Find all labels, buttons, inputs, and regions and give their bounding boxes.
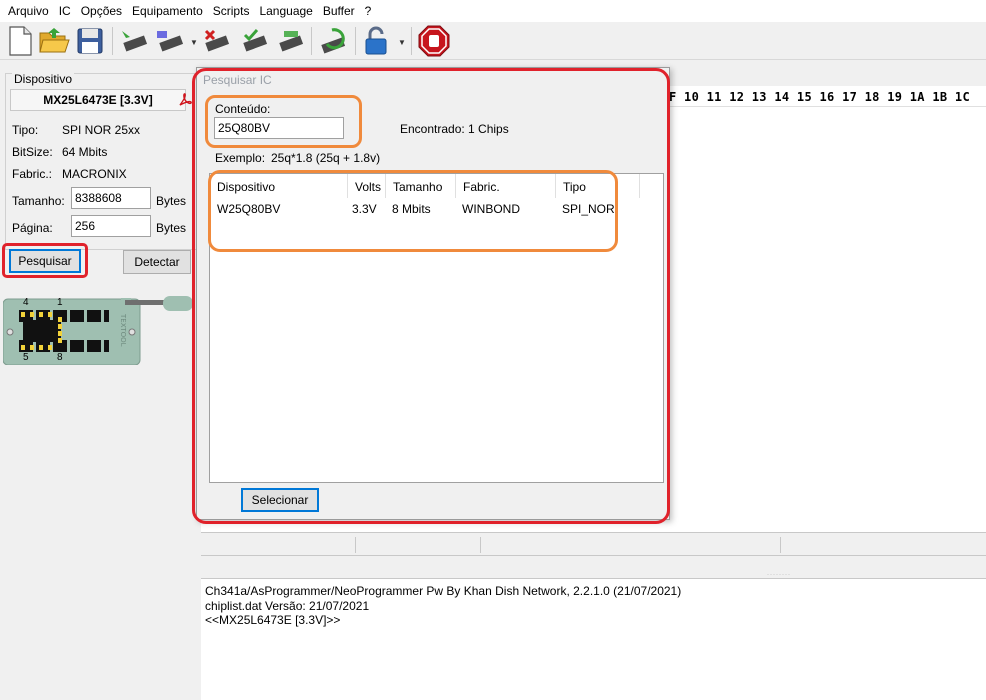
device-name: MX25L6473E [3.3V] [10, 89, 186, 111]
found-count: Encontrado: 1 Chips [400, 122, 509, 136]
results-table[interactable]: Dispositivo Volts Tamanho Fabric. Tipo W… [209, 173, 664, 483]
chevron-down-icon[interactable]: ▼ [398, 38, 406, 47]
splitter[interactable]: ········ [201, 556, 986, 580]
read-chip-icon[interactable] [118, 25, 150, 57]
pesquisar-button[interactable]: Pesquisar [9, 249, 81, 273]
selecionar-button[interactable]: Selecionar [241, 488, 319, 512]
log-line: <<MX25L6473E [3.3V]>> [205, 613, 341, 627]
example-value: 25q*1.8 (25q + 1.8v) [271, 151, 381, 165]
pdf-icon[interactable] [177, 92, 197, 108]
status-separator [355, 537, 356, 553]
dialog-title: Pesquisar IC [203, 73, 272, 87]
column-header-volts[interactable]: Volts [348, 174, 386, 198]
menu-scripts[interactable]: Scripts [208, 4, 255, 18]
status-bar [201, 532, 986, 556]
protection-lock-icon[interactable] [360, 25, 392, 57]
menu-bar: Arquivo IC Opções Equipamento Scripts La… [0, 0, 986, 22]
menu-language[interactable]: Language [254, 4, 317, 18]
column-header-tamanho[interactable]: Tamanho [386, 174, 456, 198]
erase-chip-icon[interactable] [200, 25, 232, 57]
cell-volts: 3.3V [352, 202, 377, 216]
verify-chip-icon[interactable] [238, 25, 270, 57]
blank-check-icon[interactable] [274, 25, 306, 57]
menu-equipamento[interactable]: Equipamento [127, 4, 208, 18]
device-group-label: Dispositivo [12, 72, 75, 86]
search-ic-dialog: Pesquisar IC Conteúdo: 25Q80BV Encontrad… [196, 67, 670, 520]
menu-opcoes[interactable]: Opções [76, 4, 127, 18]
status-separator [780, 537, 781, 553]
fabric-label: Fabric.: [12, 167, 53, 181]
cell-dispositivo: W25Q80BV [217, 202, 281, 216]
pagina-label: Página: [12, 221, 53, 235]
log-panel: Ch341a/AsProgrammer/NeoProgrammer Pw By … [201, 578, 986, 700]
stop-icon[interactable] [418, 25, 450, 57]
search-input[interactable]: 25Q80BV [214, 117, 344, 139]
zif-socket: TEXTOOL 4 1 5 8 [3, 296, 193, 365]
cell-tamanho: 8 Mbits [392, 202, 431, 216]
pin-8-label: 8 [57, 352, 63, 363]
toolbar-separator [355, 27, 356, 55]
pin-5-label: 5 [23, 352, 29, 363]
tamanho-label: Tamanho: [12, 194, 65, 208]
fabric-value: MACRONIX [62, 167, 127, 181]
toolbar-separator [112, 27, 113, 55]
pagina-unit: Bytes [156, 221, 187, 235]
conteudo-label: Conteúdo: [215, 102, 271, 116]
auto-program-icon[interactable] [318, 25, 350, 57]
column-header-tipo[interactable]: Tipo [556, 174, 640, 198]
pin-1-label: 1 [57, 297, 63, 308]
toolbar: ▼ ▼ [0, 22, 986, 60]
bitsize-label: BitSize: [12, 145, 53, 159]
toolbar-separator [311, 27, 312, 55]
table-row[interactable]: W25Q80BV 3.3V 8 Mbits WINBOND SPI_NOR [210, 198, 640, 218]
new-file-icon[interactable] [4, 25, 36, 57]
write-chip-icon[interactable] [154, 25, 186, 57]
hex-column-labels: F 10 11 12 13 14 15 16 17 18 19 1A 1B 1C [669, 90, 970, 104]
tamanho-field[interactable]: 8388608 [71, 187, 151, 209]
column-header-dispositivo[interactable]: Dispositivo [210, 174, 348, 198]
status-separator [480, 537, 481, 553]
menu-arquivo[interactable]: Arquivo [3, 4, 54, 18]
tamanho-unit: Bytes [156, 194, 187, 208]
chevron-down-icon[interactable]: ▼ [190, 38, 198, 47]
tipo-value: SPI NOR 25xx [62, 123, 141, 137]
open-folder-icon[interactable] [38, 25, 70, 57]
log-line: Ch341a/AsProgrammer/NeoProgrammer Pw By … [205, 584, 682, 598]
menu-ic[interactable]: IC [54, 4, 76, 18]
column-header-fabric[interactable]: Fabric. [456, 174, 556, 198]
menu-help[interactable]: ? [360, 4, 377, 18]
save-icon[interactable] [74, 25, 106, 57]
log-line: chiplist.dat Versão: 21/07/2021 [205, 598, 370, 613]
cell-fabric: WINBOND [462, 202, 520, 216]
toolbar-separator [411, 27, 412, 55]
detectar-button[interactable]: Detectar [123, 250, 191, 274]
tipo-label: Tipo: [12, 123, 39, 137]
pagina-field[interactable]: 256 [71, 215, 151, 237]
device-panel: Dispositivo MX25L6473E [3.3V] Tipo: SPI … [0, 61, 200, 700]
cell-tipo: SPI_NOR [562, 202, 615, 216]
example-label: Exemplo: [215, 151, 266, 165]
menu-buffer[interactable]: Buffer [318, 4, 360, 18]
pin-4-label: 4 [23, 297, 29, 308]
svg-text:TEXTOOL: TEXTOOL [119, 313, 127, 347]
bitsize-value: 64 Mbits [62, 145, 108, 159]
